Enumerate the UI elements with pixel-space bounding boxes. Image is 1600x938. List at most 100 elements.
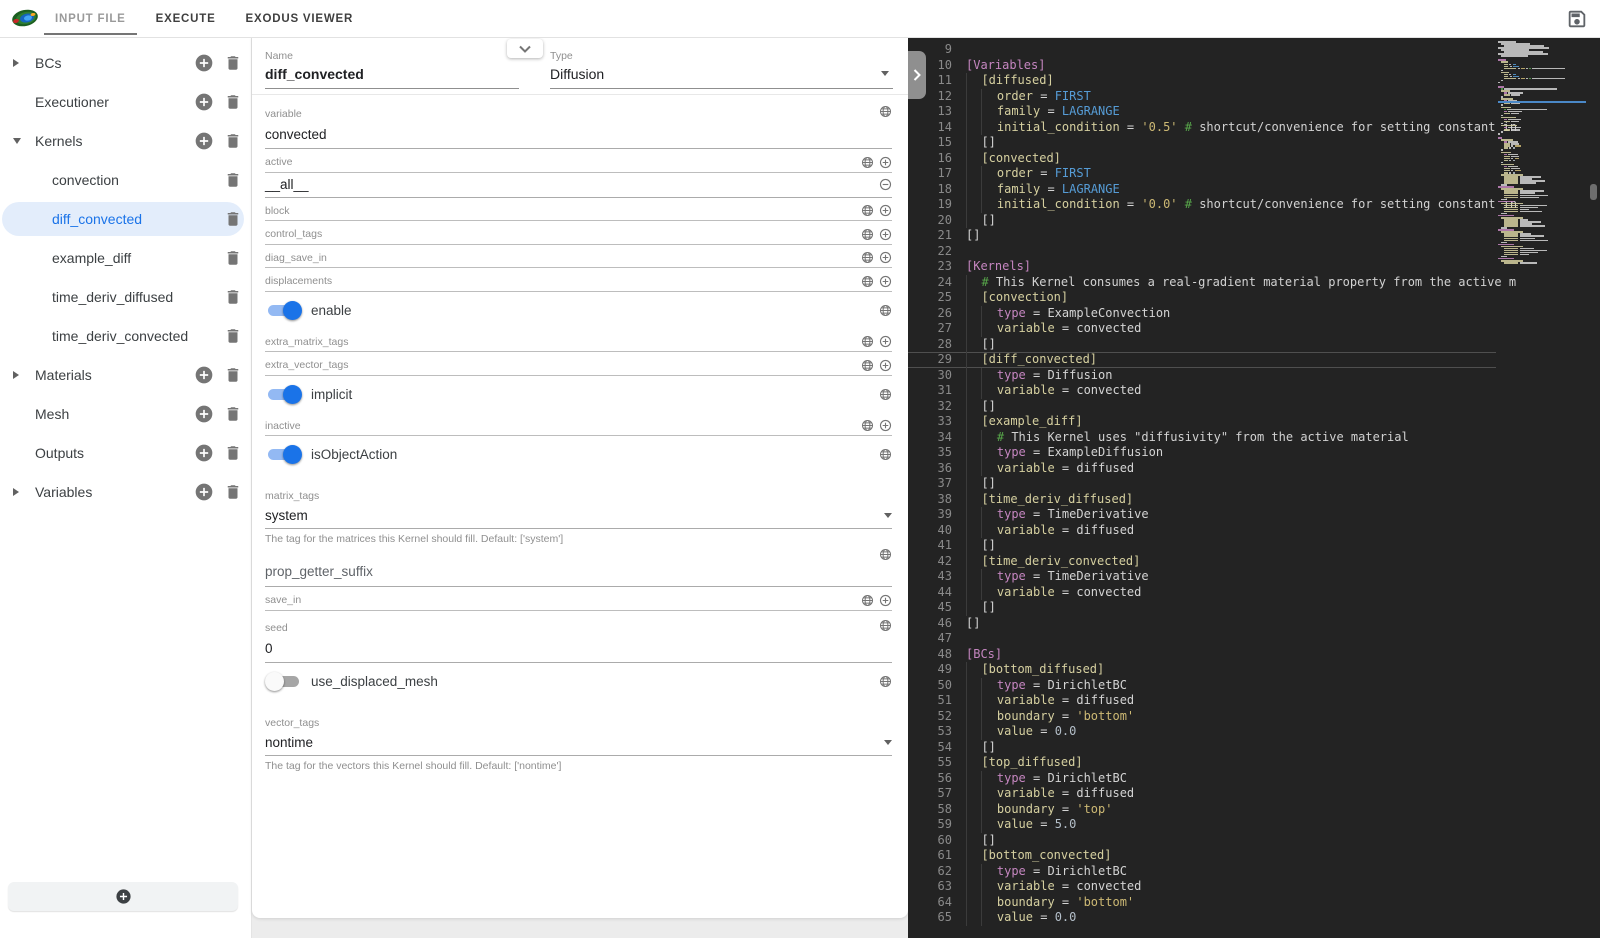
code-line-27[interactable]: 27 variable = convected	[908, 321, 1496, 337]
code-line-50[interactable]: 50 type = DirichletBC	[908, 677, 1496, 693]
code-line-62[interactable]: 62 type = DirichletBC	[908, 863, 1496, 879]
code-line-26[interactable]: 26 type = ExampleConvection	[908, 305, 1496, 321]
add-subblock-button[interactable]	[193, 481, 215, 503]
param-use-displaced-mesh-toggle[interactable]	[265, 671, 302, 691]
expand-arrow[interactable]	[13, 488, 35, 496]
add-item-icon[interactable]	[879, 359, 892, 372]
tab-execute[interactable]: EXECUTE	[156, 13, 216, 25]
type-select[interactable]: Type Diffusion	[550, 50, 893, 89]
code-line-45[interactable]: 45 []	[908, 600, 1496, 616]
code-line-61[interactable]: 61 [bottom_convected]	[908, 848, 1496, 864]
add-item-icon[interactable]	[879, 419, 892, 432]
code-line-39[interactable]: 39 type = TimeDerivative	[908, 507, 1496, 523]
delete-block-button[interactable]	[222, 364, 244, 386]
delete-block-button[interactable]	[222, 403, 244, 425]
remove-item-icon[interactable]	[879, 178, 892, 191]
sidebar-item-outputs[interactable]: Outputs	[2, 436, 244, 470]
code-line-57[interactable]: 57 variable = diffused	[908, 786, 1496, 802]
code-line-25[interactable]: 25 [convection]	[908, 290, 1496, 306]
code-line-59[interactable]: 59 value = 5.0	[908, 817, 1496, 833]
code-line-42[interactable]: 42 [time_deriv_convected]	[908, 553, 1496, 569]
add-subblock-button[interactable]	[193, 403, 215, 425]
param-active-item[interactable]: __all__	[265, 173, 892, 198]
param-isobjectaction-toggle[interactable]	[265, 445, 302, 465]
triangle-down-icon[interactable]	[13, 138, 21, 144]
add-item-icon[interactable]	[879, 156, 892, 169]
expand-arrow[interactable]	[13, 371, 35, 379]
code-line-17[interactable]: 17 order = FIRST	[908, 166, 1496, 182]
globe-icon[interactable]	[879, 675, 892, 688]
code-line-33[interactable]: 33 [example_diff]	[908, 414, 1496, 430]
code-area[interactable]: 9 10 [Variables] 11 [diffused] 12 order = FI…	[908, 42, 1517, 926]
globe-icon[interactable]	[861, 359, 874, 372]
globe-icon[interactable]	[879, 105, 892, 118]
sidebar-item-time-deriv-convected[interactable]: time_deriv_convected	[2, 319, 244, 353]
sidebar-item-bcs[interactable]: BCs	[2, 46, 244, 80]
delete-block-button[interactable]	[222, 247, 244, 269]
sidebar-item-materials[interactable]: Materials	[2, 358, 244, 392]
sidebar-item-diff-convected[interactable]: diff_convected	[2, 202, 244, 236]
code-line-16[interactable]: 16 [convected]	[908, 150, 1496, 166]
globe-icon[interactable]	[861, 204, 874, 217]
code-line-11[interactable]: 11 [diffused]	[908, 73, 1496, 89]
delete-block-button[interactable]	[222, 169, 244, 191]
code-line-64[interactable]: 64 boundary = 'bottom'	[908, 894, 1496, 910]
sidebar-item-example-diff[interactable]: example_diff	[2, 241, 244, 275]
add-item-icon[interactable]	[879, 251, 892, 264]
add-subblock-button[interactable]	[193, 91, 215, 113]
code-line-65[interactable]: 65 value = 0.0	[908, 910, 1496, 926]
param-matrix-tags-select[interactable]: matrix_tags system	[265, 473, 892, 529]
add-item-icon[interactable]	[879, 228, 892, 241]
code-line-28[interactable]: 28 []	[908, 336, 1496, 352]
code-line-9[interactable]: 9	[908, 42, 1496, 58]
param-prop-getter-suffix-input[interactable]: prop_getter_suffix	[265, 564, 892, 579]
add-item-icon[interactable]	[879, 594, 892, 607]
triangle-right-icon[interactable]	[13, 59, 19, 67]
sidebar-item-executioner[interactable]: Executioner	[2, 85, 244, 119]
collapse-form-button[interactable]	[507, 39, 543, 58]
code-line-54[interactable]: 54 []	[908, 739, 1496, 755]
globe-icon[interactable]	[861, 594, 874, 607]
code-line-43[interactable]: 43 type = TimeDerivative	[908, 569, 1496, 585]
add-subblock-button[interactable]	[193, 364, 215, 386]
add-item-icon[interactable]	[879, 335, 892, 348]
code-line-58[interactable]: 58 boundary = 'top'	[908, 801, 1496, 817]
globe-icon[interactable]	[879, 619, 892, 632]
add-block-button[interactable]	[8, 882, 238, 911]
sidebar-item-time-deriv-diffused[interactable]: time_deriv_diffused	[2, 280, 244, 314]
param-active-input[interactable]: __all__	[265, 177, 309, 192]
param-implicit-toggle[interactable]	[265, 384, 302, 404]
code-line-51[interactable]: 51 variable = diffused	[908, 693, 1496, 709]
sidebar-item-convection[interactable]: convection	[2, 163, 244, 197]
globe-icon[interactable]	[861, 156, 874, 169]
code-line-56[interactable]: 56 type = DirichletBC	[908, 770, 1496, 786]
delete-block-button[interactable]	[222, 130, 244, 152]
code-line-30[interactable]: 30 type = Diffusion	[908, 367, 1496, 383]
tab-input-file[interactable]: INPUT FILE	[44, 13, 137, 35]
code-line-38[interactable]: 38 [time_deriv_diffused]	[908, 491, 1496, 507]
code-line-21[interactable]: 21 []	[908, 228, 1496, 244]
tab-exodus-viewer[interactable]: EXODUS VIEWER	[246, 13, 354, 25]
code-line-19[interactable]: 19 initial_condition = '0.0' # shortcut/…	[908, 197, 1517, 213]
code-line-12[interactable]: 12 order = FIRST	[908, 88, 1496, 104]
add-item-icon[interactable]	[879, 204, 892, 217]
code-line-24[interactable]: 24 # This Kernel consumes a real-gradien…	[908, 274, 1516, 290]
delete-block-button[interactable]	[222, 325, 244, 347]
globe-icon[interactable]	[879, 304, 892, 317]
param-seed-input[interactable]: 0	[265, 641, 892, 656]
add-subblock-button[interactable]	[193, 442, 215, 464]
code-line-18[interactable]: 18 family = LAGRANGE	[908, 181, 1496, 197]
delete-block-button[interactable]	[222, 286, 244, 308]
code-line-41[interactable]: 41 []	[908, 538, 1496, 554]
delete-block-button[interactable]	[222, 91, 244, 113]
globe-icon[interactable]	[861, 419, 874, 432]
code-line-53[interactable]: 53 value = 0.0	[908, 724, 1496, 740]
expand-arrow[interactable]	[13, 138, 35, 144]
code-line-52[interactable]: 52 boundary = 'bottom'	[908, 708, 1496, 724]
sidebar-item-mesh[interactable]: Mesh	[2, 397, 244, 431]
save-button[interactable]	[1566, 8, 1588, 30]
param-vector-tags-select[interactable]: vector_tags nontime	[265, 700, 892, 756]
add-subblock-button[interactable]	[193, 52, 215, 74]
name-field[interactable]: Name diff_convected	[265, 50, 519, 89]
editor-scrollbar[interactable]	[1586, 38, 1600, 938]
